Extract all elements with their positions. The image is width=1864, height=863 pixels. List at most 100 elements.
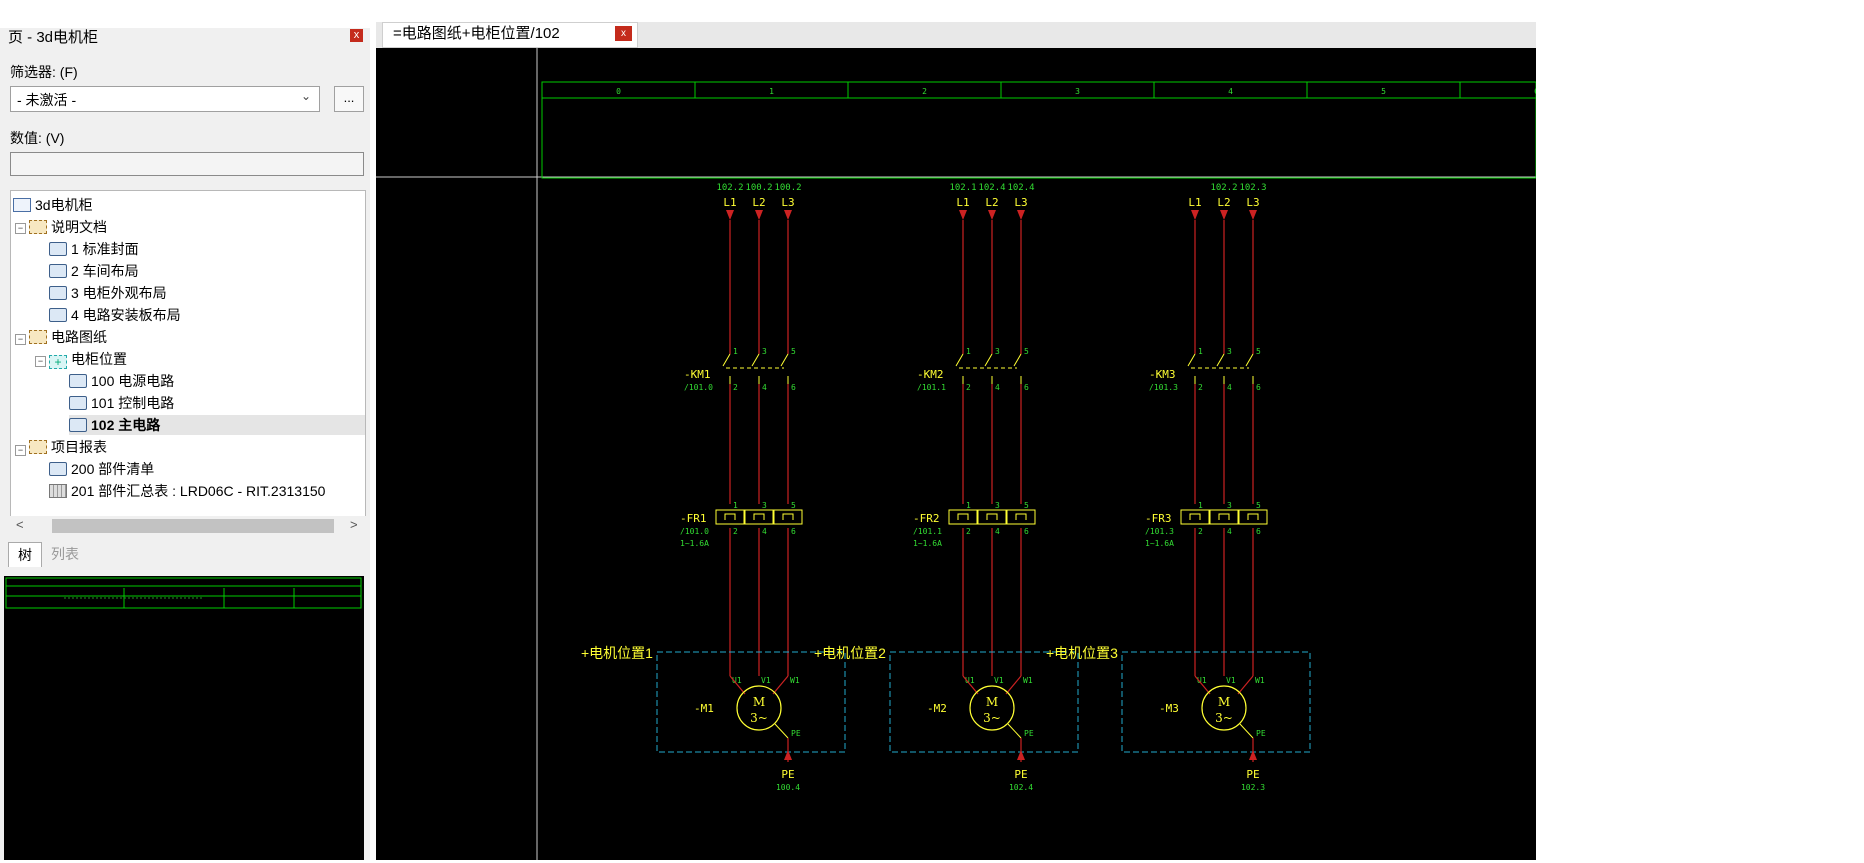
tree-item-page[interactable]: 101 控制电路: [69, 393, 174, 413]
tree-item-page[interactable]: 3 电柜外观布局: [49, 283, 167, 303]
contact-blade: [1187, 353, 1196, 367]
terminal-label: 3: [762, 501, 767, 510]
terminal-label: 5: [1024, 347, 1029, 356]
terminal-label: 2: [966, 383, 971, 392]
terminal-label: 5: [1024, 501, 1029, 510]
tab-tree[interactable]: 树: [8, 542, 42, 567]
tree-item-page[interactable]: 1 标准封面: [49, 239, 139, 259]
terminal-label: 5: [1256, 347, 1261, 356]
value-input[interactable]: [10, 152, 364, 176]
project-icon: [13, 198, 31, 212]
motor-label: -M3: [1159, 702, 1179, 715]
phase-label: L3: [1246, 196, 1259, 209]
close-icon[interactable]: x: [350, 29, 363, 42]
relay-heater: [1218, 513, 1230, 520]
motor-phase-label: 3~: [750, 711, 768, 725]
motor-phase-label: 3~: [983, 711, 1001, 725]
phase-label: L2: [1217, 196, 1230, 209]
tree-item-page[interactable]: 200 部件清单: [49, 459, 154, 479]
tree-item-report[interactable]: 201 部件汇总表 : LRD06C - RIT.2313150: [49, 481, 325, 501]
tree-item-location[interactable]: + 电柜位置: [49, 349, 127, 369]
relay-element: [744, 509, 774, 525]
terminal-label: 2: [1198, 527, 1203, 536]
relay-element: [715, 509, 745, 525]
wire-arrow: [1220, 210, 1228, 220]
terminal-label: 5: [1256, 501, 1261, 510]
column-number: 0: [616, 87, 621, 96]
table-icon: [49, 484, 67, 498]
terminal-label: 5: [791, 501, 796, 510]
tree-item-page-selected[interactable]: 102 主电路: [69, 415, 365, 435]
wire-arrow: [988, 210, 996, 220]
wire-arrow: [959, 210, 967, 220]
location-label: +电机位置3: [1046, 645, 1118, 661]
schematic-canvas[interactable]: 0123456102.2L11212U1100.2L23434V1100.2L3…: [376, 48, 1539, 860]
chevron-right-icon[interactable]: >: [350, 517, 358, 532]
terminal-label: 6: [791, 383, 796, 392]
relay-heater: [957, 513, 969, 520]
relay-label: -FR1: [680, 512, 707, 525]
terminal-label: 2: [733, 383, 738, 392]
scrollbar-thumb[interactable]: [52, 519, 334, 533]
terminal-label: 1: [733, 501, 738, 510]
phase-label: L3: [781, 196, 794, 209]
terminal-label: 3: [1227, 501, 1232, 510]
horizontal-scrollbar[interactable]: < >: [10, 516, 366, 536]
filter-more-button[interactable]: ...: [334, 86, 364, 112]
relay-heater: [1247, 513, 1259, 520]
schematic-drawing[interactable]: 0123456102.2L11212U1100.2L23434V1100.2L3…: [376, 48, 1539, 860]
tree-item-folder[interactable]: 项目报表: [29, 437, 107, 457]
tree-item-page[interactable]: 2 车间布局: [49, 261, 139, 281]
motor-symbol-letter: M: [1218, 695, 1230, 709]
tree-item-project[interactable]: 3d电机柜: [13, 195, 93, 215]
contact-blade: [955, 353, 964, 367]
wire-arrow: [784, 210, 792, 220]
tab-list[interactable]: 列表: [44, 542, 86, 566]
close-icon[interactable]: x: [615, 26, 632, 41]
motor-terminal-label: W1: [790, 676, 800, 685]
pe-connection: [1007, 723, 1022, 739]
tree-item-folder[interactable]: 说明文档: [29, 217, 107, 237]
tree-item-folder[interactable]: 电路图纸: [29, 327, 107, 347]
tree-item-page[interactable]: 4 电路安装板布局: [49, 305, 181, 325]
page-icon: [49, 286, 67, 300]
relay-element: [977, 509, 1007, 525]
relay-heater: [1189, 513, 1201, 520]
terminal-label: 4: [1227, 527, 1232, 536]
relay-label: -FR2: [913, 512, 940, 525]
relay-heater: [724, 513, 736, 520]
pe-label: PE: [1246, 768, 1259, 781]
panel-title: 页 - 3d电机柜: [8, 29, 99, 46]
phase-ref: 102.2: [1210, 183, 1237, 193]
editor-tab[interactable]: =电路图纸+电柜位置/102: [382, 22, 638, 48]
relay-heater: [753, 513, 765, 520]
motor-phase-label: 3~: [1215, 711, 1233, 725]
wire: [1005, 675, 1022, 695]
terminal-label: 3: [762, 347, 767, 356]
collapse-icon[interactable]: −: [15, 223, 26, 234]
chevron-left-icon[interactable]: <: [16, 517, 24, 532]
page-icon: [49, 462, 67, 476]
phase-ref: 102.2: [716, 183, 743, 193]
phase-label: L1: [956, 196, 969, 209]
contact-blade: [1013, 353, 1022, 367]
terminal-label: 1: [966, 501, 971, 510]
pe-terminal: PE: [791, 729, 801, 738]
editor-tab-title: =电路图纸+电柜位置/102: [393, 25, 560, 42]
filter-select[interactable]: - 未激活 - ⌄: [10, 86, 320, 112]
pe-connection: [1239, 723, 1254, 739]
collapse-icon[interactable]: −: [35, 356, 46, 367]
relay-heater: [986, 513, 998, 520]
tree-item-page[interactable]: 100 电源电路: [69, 371, 174, 391]
contactor-ref: /101.1: [917, 383, 946, 392]
collapse-icon[interactable]: −: [15, 334, 26, 345]
relay-element: [1180, 509, 1210, 525]
wire-arrow: [1191, 210, 1199, 220]
contactor-ref: /101.0: [684, 383, 713, 392]
contact-blade: [722, 353, 731, 367]
terminal-label: 4: [1227, 383, 1232, 392]
wire-arrow: [1249, 210, 1257, 220]
folder-icon: [29, 440, 47, 454]
relay-ref: /101.3: [1145, 527, 1174, 536]
collapse-icon[interactable]: −: [15, 445, 26, 456]
